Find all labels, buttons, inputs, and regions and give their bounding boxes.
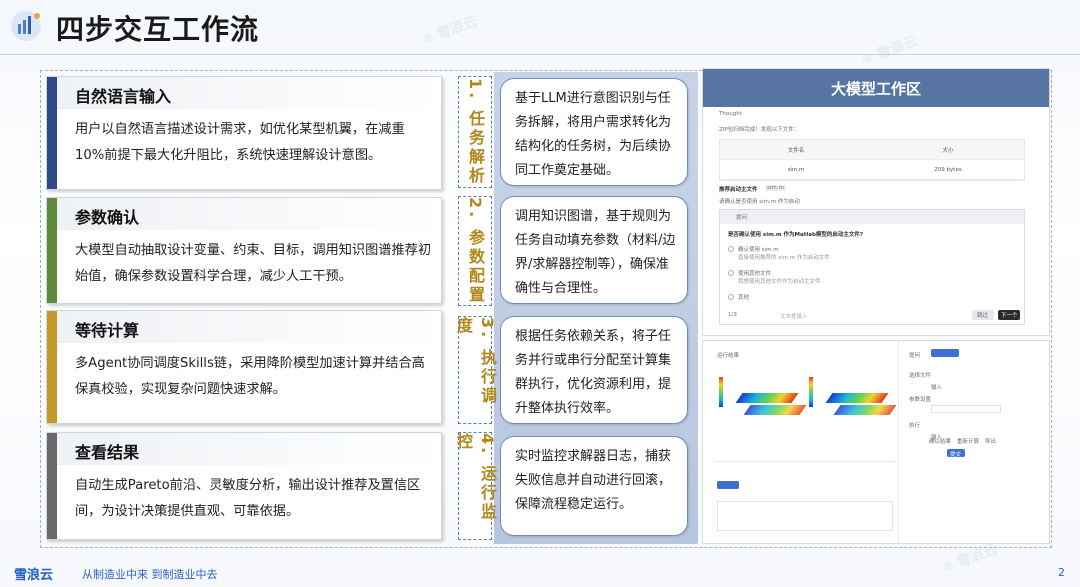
step-card-4: 查看结果 自动生成Pareto前沿、灵敏度分析，输出设计推荐及置信区间，为设计决… — [46, 432, 442, 540]
dialog-title: 提问 — [736, 215, 748, 221]
thought-label: Thought — [719, 111, 742, 117]
option-checkbox[interactable]: 导出 — [985, 437, 996, 445]
stress-beam-plot — [825, 393, 889, 403]
option-checkbox[interactable]: 确认结果 — [929, 437, 951, 445]
step-color-bar — [47, 433, 57, 539]
text-input-hint[interactable]: 文本框输入 — [780, 312, 808, 320]
step-description: 用户以自然语言描述设计需求，如优化某型机翼，在减重10%前提下最大化升阻比，系统… — [75, 122, 405, 163]
step-description: 大模型自动抽取设计变量、约束、目标，调用知识图谱推荐初始值，确保参数设置科学合理… — [75, 243, 432, 284]
option-label[interactable]: 使用其他文件 — [738, 269, 771, 277]
phase-detail-3: 根据任务依赖关系，将子任务并行或串行分配至计算集群执行，优化资源利用，提升整体执… — [500, 316, 688, 424]
confirm-line: 请确认是否使用 sim.m 作为启动 — [719, 199, 800, 205]
step-title: 查看结果 — [75, 443, 140, 462]
step-description: 多Agent协同调度Skills链，采用降阶模型加速计算并结合高保真校验，实现复… — [75, 356, 425, 397]
phase-detail-1: 基于LLM进行意图识别与任务拆解，将用户需求转化为结构化的任务树，为后续协同工作… — [500, 78, 688, 186]
brand-logo-icon — [11, 11, 41, 41]
step-title: 自然语言输入 — [75, 87, 172, 106]
footer-logo: 雪浪云 — [14, 568, 54, 583]
phase-label-1: 1. 任务解析 — [458, 76, 492, 188]
stress-beam-plot — [743, 405, 807, 415]
llm-workspace-panel: 大模型工作区 Thought ZIP包归档完成！发现以下文件： 文件名 大小 s… — [702, 68, 1050, 336]
option-label[interactable]: 确认使用 sim.m — [738, 245, 779, 253]
pager: 1/3 — [728, 312, 737, 318]
step-card-1: 自然语言输入 用户以自然语言描述设计需求，如优化某型机翼，在减重10%前提下最大… — [46, 76, 442, 190]
step-card-3: 等待计算 多Agent协同调度Skills链，采用降阶模型加速计算并结合高保真校… — [46, 310, 442, 424]
stress-beam-plot — [833, 405, 897, 415]
step-description: 自动生成Pareto前沿、灵敏度分析，输出设计推荐及置信区间，为设计决策提供直观… — [75, 478, 421, 519]
step-title: 等待计算 — [75, 321, 140, 340]
step-color-bar — [47, 198, 57, 303]
form-label: 执行 — [909, 423, 921, 429]
recommend-file-chip: sim.m — [765, 185, 786, 191]
color-legend — [809, 377, 813, 407]
form-label: 参数设置 — [909, 397, 932, 403]
form-label: 输入 — [931, 385, 943, 391]
phase-detail-2: 调用知识图谱，基于规则为任务自动填充参数（材料/边界/求解器控制等），确保准确性… — [500, 196, 688, 304]
param-input[interactable] — [931, 405, 1001, 413]
color-legend — [719, 377, 723, 407]
dialog-question: 是否确认使用 sim.m 作为Matlab模型的启动主文件? — [728, 232, 864, 238]
page-title: 四步交互工作流 — [56, 13, 260, 46]
watermark: ❄ 雪浪云 — [419, 13, 480, 49]
option-checkbox[interactable]: 重新计算 — [957, 437, 979, 445]
title-divider — [0, 54, 1080, 55]
question-dialog: 提问 是否确认使用 sim.m 作为Matlab模型的启动主文件? 确认使用 s… — [719, 209, 1025, 325]
simulation-result-panel: 运行结果 提问 选择文件 输入 参数设置 执行 输入 确认结果 重新计算 导出 … — [702, 340, 1050, 545]
option-hint: 直接使用推荐的 sim.m 作为启动文件 — [738, 255, 830, 261]
file-table: 文件名 大小 sim.m 209 bytes — [719, 139, 1025, 181]
phase-detail-4: 实时监控求解器日志，捕获失败信息并自动进行回滚，保障流程稳定运行。 — [500, 436, 688, 536]
stress-beam-plot — [735, 393, 799, 403]
tab-active[interactable] — [931, 349, 959, 357]
option-hint: 我想使用其他文件作为启动主文件 — [738, 279, 821, 285]
option-radio[interactable] — [728, 294, 734, 300]
step-color-bar — [47, 311, 57, 423]
zip-status: ZIP包归档完成！发现以下文件： — [719, 127, 800, 133]
skip-button[interactable]: 跳过 — [972, 310, 994, 320]
phase-label-2: 2. 参数配置 — [458, 196, 492, 306]
form-submit-button[interactable]: 提交 — [947, 449, 965, 458]
footer-slogan: 从制造业中来 到制造业中去 — [82, 568, 218, 581]
form-label: 选择文件 — [909, 373, 932, 379]
result-caption: 运行结果 — [717, 353, 740, 359]
chat-input[interactable] — [717, 501, 893, 531]
phase-label-3: 3. 执行调度 — [454, 316, 497, 424]
submit-button[interactable] — [717, 481, 739, 489]
form-label: 提问 — [909, 353, 921, 359]
step-color-bar — [47, 77, 57, 189]
phase-label-4: 4. 运行监控 — [454, 432, 497, 540]
watermark: ❄ 雪浪云 — [859, 33, 920, 69]
option-label[interactable]: 其他 — [738, 293, 749, 301]
recommend-label: 推荐启动主文件 — [719, 187, 758, 193]
page-number: 2 — [1058, 566, 1065, 579]
table-row[interactable]: sim.m 209 bytes — [720, 160, 1024, 180]
option-radio[interactable] — [728, 270, 734, 276]
option-radio[interactable] — [728, 246, 734, 252]
table-header-row: 文件名 大小 — [720, 140, 1024, 160]
step-title: 参数确认 — [75, 208, 140, 227]
step-card-2: 参数确认 大模型自动抽取设计变量、约束、目标，调用知识图谱推荐初始值，确保参数设… — [46, 197, 442, 304]
next-button[interactable]: 下一个 — [998, 310, 1020, 320]
workspace-title: 大模型工作区 — [703, 69, 1049, 107]
